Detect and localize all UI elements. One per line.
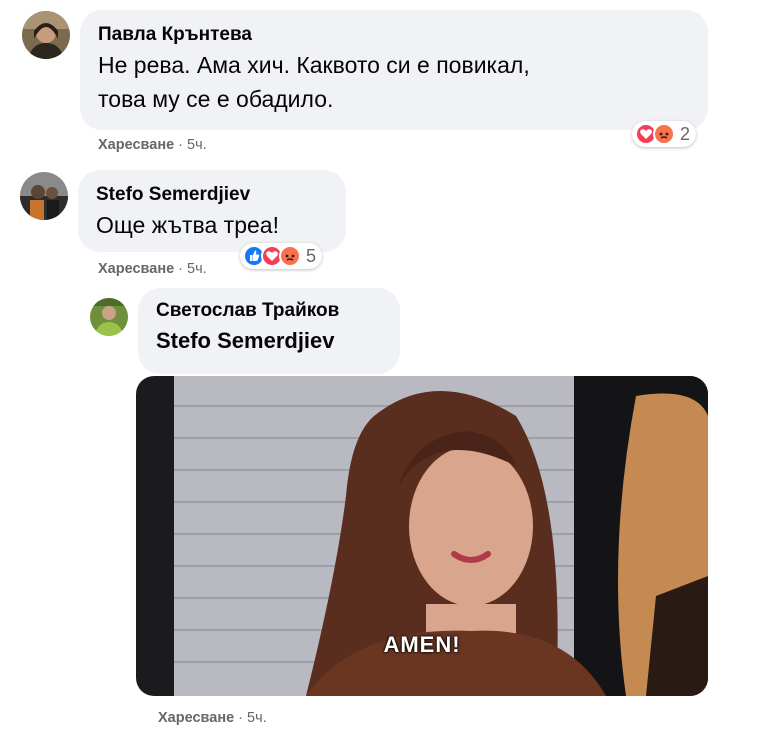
comment-text-line: Още жътва треа! — [96, 212, 279, 238]
timestamp[interactable]: 5ч. — [247, 710, 267, 726]
separator: · — [178, 137, 184, 153]
comment-bubble: Павла Крънтева Не рева. Ама хич. Каквото… — [80, 10, 708, 130]
reply-bubble: Светослав Трайков Stefo Semerdjiev — [138, 288, 400, 374]
reaction-summary[interactable]: 5 — [240, 243, 323, 269]
comment-actions: Харесване · 5ч. — [98, 137, 207, 153]
like-button[interactable]: Харесване — [98, 137, 174, 153]
comment-actions: Харесване · 5ч. — [98, 261, 207, 277]
separator: · — [178, 261, 184, 277]
angry-reaction-icon — [279, 245, 301, 267]
angry-reaction-icon — [653, 123, 675, 145]
timestamp[interactable]: 5ч. — [187, 137, 207, 153]
like-button[interactable]: Харесване — [98, 261, 174, 277]
avatar-stefo[interactable] — [20, 172, 68, 220]
comment-author[interactable]: Павла Крънтева — [98, 22, 690, 48]
comment-text-line: това му се е обадило. — [98, 86, 334, 112]
reply-actions: Харесване · 5ч. — [158, 710, 267, 726]
like-button[interactable]: Харесване — [158, 710, 234, 726]
comment-text-line: Не рева. Ама хич. Каквото си е повикал, — [98, 52, 530, 78]
reply-author[interactable]: Светослав Трайков — [156, 298, 382, 324]
avatar-svetoslav[interactable] — [90, 298, 128, 336]
reaction-summary[interactable]: 2 — [632, 121, 697, 147]
timestamp[interactable]: 5ч. — [187, 261, 207, 277]
reaction-count: 2 — [680, 123, 691, 144]
comment-author[interactable]: Stefo Semerdjiev — [96, 182, 328, 208]
gif-caption: AMEN! — [383, 632, 461, 657]
gif-attachment[interactable]: AMEN! — [136, 376, 708, 696]
separator: · — [238, 710, 244, 726]
avatar-pavla[interactable] — [22, 11, 70, 59]
reaction-count: 5 — [306, 245, 317, 266]
comment-bubble: Stefo Semerdjiev Още жътва треа! — [78, 170, 346, 252]
mention-link[interactable]: Stefo Semerdjiev — [156, 324, 382, 358]
